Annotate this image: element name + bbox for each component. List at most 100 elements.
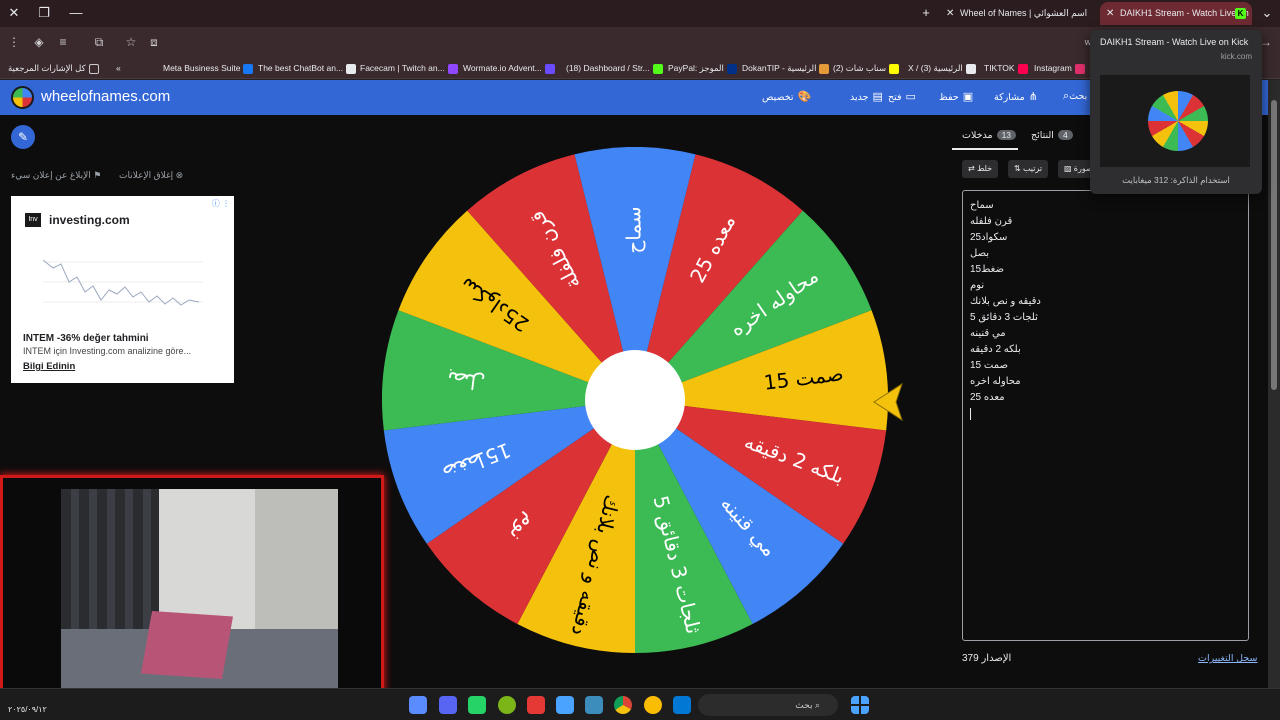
bookmark-item[interactable]: Meta Business Suite [163, 60, 256, 76]
customize-button[interactable]: تخصيص 🎨 [762, 90, 811, 103]
wheel-pointer-icon [873, 382, 903, 422]
close-circle-icon: ⊗ [175, 170, 184, 180]
share-button[interactable]: مشاركة ⋔ [994, 90, 1038, 103]
bookmark-star-icon[interactable]: ☆ [123, 34, 139, 50]
os-taskbar: ٢٠٢٥/٠٩/١٢ بحث ⌕ [0, 688, 1280, 720]
open-button[interactable]: فتح ▭ [888, 90, 916, 103]
edge-icon[interactable] [673, 696, 691, 714]
whatsapp-icon[interactable] [468, 696, 486, 714]
bookmark-item[interactable]: Facecam | Twitch an... [360, 60, 461, 76]
name-wheel[interactable]: سماحمعده 25محاوله اخرهصمت 15بلكه 2 دقيقه… [382, 147, 888, 653]
discord-icon[interactable] [439, 696, 457, 714]
x-icon [965, 63, 976, 74]
entries-count-badge: 13 [996, 130, 1017, 140]
tab-kick-stream[interactable]: ✕ DAIKH1 Stream - Watch Live on Kick K [1100, 2, 1252, 25]
extensions-puzzle-icon[interactable]: ⧉ [91, 34, 107, 50]
new-tab-icon[interactable]: + [916, 3, 936, 23]
taskbar-app-icon[interactable] [409, 696, 427, 714]
store-icon[interactable] [556, 696, 574, 714]
snapchat-icon [889, 63, 900, 74]
bookmark-item[interactable]: The best ChatBot an... [258, 60, 359, 76]
entry-line: سكواد25 [970, 232, 1008, 243]
preview-wheel-image [1148, 91, 1208, 151]
investing-logo-icon: Inv [25, 213, 41, 227]
bookmark-item[interactable]: Instagram [1034, 60, 1088, 76]
bookmark-item[interactable]: Wormate.io Advent... [463, 60, 558, 76]
preview-memory-usage: استخدام الذاكرة: 312 ميغابايت [1122, 175, 1230, 185]
shuffle-button[interactable]: ⇄ خلط [962, 160, 999, 178]
close-tab-icon[interactable]: ✕ [1106, 2, 1114, 25]
tab-results[interactable]: النتائج 4 [1031, 130, 1073, 141]
scrollbar-thumb[interactable] [1271, 100, 1277, 390]
notification-app-icon[interactable] [644, 696, 662, 714]
tab-entries[interactable]: مدخلات 13 [962, 130, 1017, 141]
ad-stock-chart [43, 242, 203, 322]
tab-title: DAIKH1 Stream - Watch Live on Kick [1120, 8, 1252, 18]
ad-subtitle: INTEM için Investing.com analizine göre.… [23, 346, 192, 356]
wheel-logo-icon[interactable] [11, 86, 34, 109]
flag-icon: ⚑ [93, 170, 102, 180]
search-button[interactable]: ⌕بحث [1059, 90, 1087, 103]
entry-line: نوم [970, 280, 985, 291]
wheel-center-hub[interactable] [585, 350, 685, 450]
bookmark-item[interactable]: PayPal: الموجز [668, 60, 740, 76]
taskbar-search[interactable]: بحث ⌕ [698, 694, 838, 716]
tab-hover-preview: DAIKH1 Stream - Watch Live on Kick kick.… [1090, 30, 1262, 194]
paypal-icon [726, 63, 737, 74]
ad-card[interactable]: ⓘ ⋮ Inv investing.com INTEM -36% değer t… [11, 196, 234, 383]
windows-start-icon[interactable] [851, 696, 869, 714]
edit-pencil-icon[interactable]: ✎ [11, 125, 35, 149]
sort-button[interactable]: ⇅ ترتيب [1008, 160, 1049, 178]
preview-url: kick.com [1220, 52, 1252, 61]
menu-kebab-icon[interactable]: ⋮ [6, 34, 22, 50]
close-tab-icon[interactable]: ✕ [946, 2, 954, 25]
instagram-icon [1074, 63, 1085, 74]
facecam-icon [447, 63, 458, 74]
entries-textarea[interactable]: سماح قرن فلفله سكواد25 بصل ضغط15 نوم دقيقه و ن… [962, 190, 1249, 641]
entry-line: سماح [970, 200, 994, 211]
browser-toolbar: ⋮ ◈ ≡ ⧉ ☆ ⧈ w → [0, 27, 1280, 57]
results-count-badge: 4 [1057, 130, 1073, 140]
webcam-video [61, 489, 338, 694]
folder-icon [88, 63, 99, 74]
version-label: الإصدار 379 [962, 653, 1012, 664]
bookmark-item[interactable]: (18) Dashboard / Str... [566, 60, 666, 76]
entry-line: ثلجات 3 دقائق 5 [970, 312, 1038, 323]
bookmark-all[interactable]: كل الإشارات المرجعية [8, 60, 102, 76]
ad-info-icon[interactable]: ⓘ ⋮ [212, 198, 230, 209]
entry-line: ضغط15 [970, 264, 1004, 275]
tab-wheel-of-names[interactable]: ✕ Wheel of Names | اسم العشوائي [940, 2, 1096, 25]
new-button[interactable]: جديد ▤ [850, 90, 883, 103]
extension-icon[interactable]: ◈ [31, 34, 47, 50]
bookmark-item[interactable]: (2) سناب شات [833, 60, 902, 76]
changelog-link[interactable]: سجل التغييرات [1198, 653, 1257, 664]
bookmarks-overflow-icon[interactable]: « [116, 60, 121, 76]
minimize-window-icon[interactable]: — [66, 3, 86, 23]
tab-search-icon[interactable]: ⌄ [1257, 3, 1277, 23]
close-window-icon[interactable]: ✕ [4, 3, 24, 23]
restore-window-icon[interactable]: ❐ [34, 3, 54, 23]
app-red-icon[interactable] [527, 696, 545, 714]
ad-cta-link[interactable]: Bilgi Edinin [23, 361, 75, 372]
close-ads-link[interactable]: إغلاق الإعلانات ⊗ [119, 170, 183, 181]
site-name[interactable]: wheelofnames.com [41, 88, 170, 105]
entry-line: معده 25 [970, 392, 1005, 403]
new-file-icon: ▤ [872, 91, 883, 103]
file-explorer-icon[interactable] [585, 696, 603, 714]
report-ad-link[interactable]: الإبلاغ عن إعلان سيء ⚑ [11, 170, 101, 181]
page-scrollbar[interactable] [1268, 80, 1280, 688]
entries-list: سماح قرن فلفله سكواد25 بصل ضغط15 نوم دقيقه و ن… [970, 198, 1248, 406]
bookmark-item[interactable]: TIKTOK [984, 60, 1031, 76]
bookmark-item[interactable]: DokanTIP - الرئيسية [742, 60, 832, 76]
wheel-segment-label: بصل [446, 367, 487, 395]
game-icon[interactable] [498, 696, 516, 714]
install-app-icon[interactable]: ⧈ [146, 34, 162, 50]
downloads-icon[interactable]: ≡ [55, 34, 71, 50]
bookmark-item[interactable]: X / (3) الرئيسية [908, 60, 979, 76]
entry-line: مي قنينه [970, 328, 1006, 339]
tab-title: Wheel of Names | اسم العشوائي [960, 8, 1088, 18]
active-tab-indicator [952, 148, 1018, 150]
chrome-icon[interactable] [614, 696, 632, 714]
save-button[interactable]: حفظ ▣ [939, 90, 973, 103]
entry-line: بلكه 2 دقيقه [970, 344, 1021, 355]
